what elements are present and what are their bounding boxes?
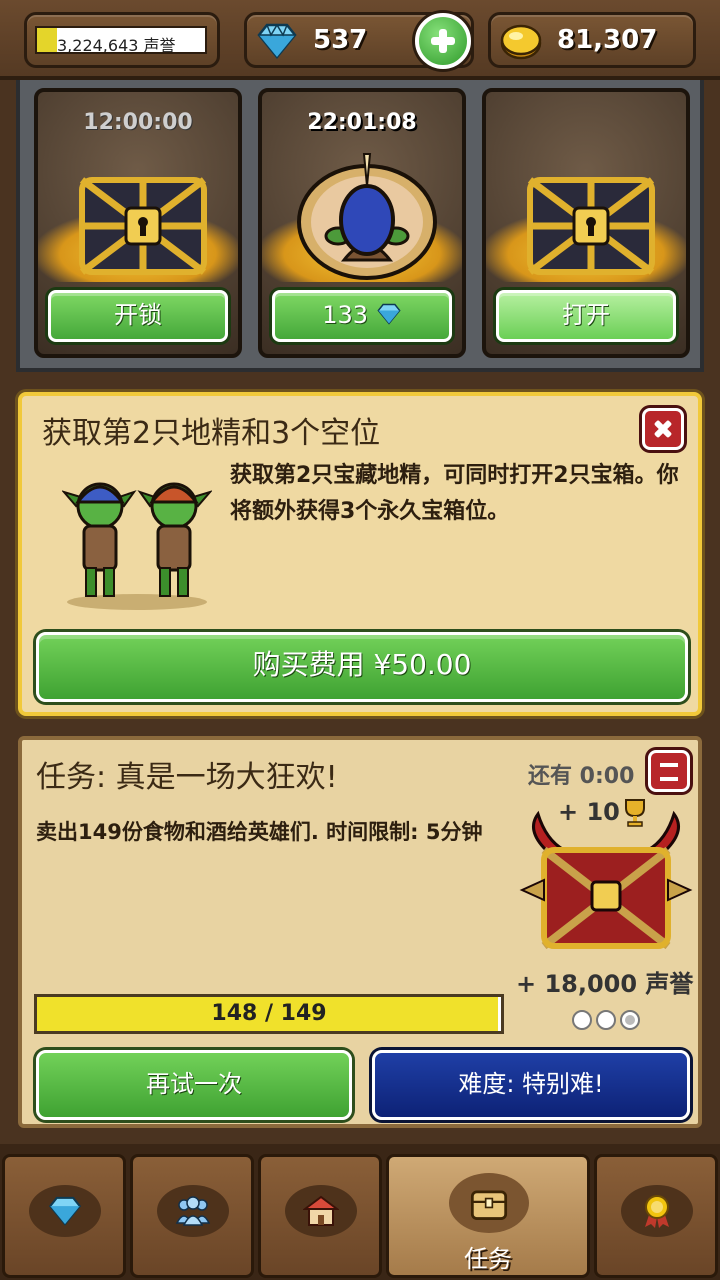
difficulty-stars — [572, 1010, 640, 1030]
quest-time-remaining: 还有 0:00 — [528, 764, 635, 789]
reputation-bar-fill — [37, 28, 58, 52]
heroes-icon — [175, 1196, 211, 1226]
chest-slot-1[interactable]: 12:00:00 开锁 — [34, 88, 242, 358]
locked-chest-icon — [79, 177, 207, 275]
quest-title: 任务: 真是一场大狂欢! — [36, 760, 338, 795]
buy-offer-button[interactable]: 购买费用 ¥50.00 — [36, 632, 688, 702]
quest-menu-button[interactable] — [648, 750, 690, 792]
goblins-illustration — [62, 482, 212, 610]
gold-value: 81,307 — [557, 25, 658, 55]
nav-tab-achievements[interactable] — [594, 1154, 718, 1278]
gold-coin-icon — [500, 24, 542, 60]
gem-icon — [377, 303, 401, 325]
goblin-offer-card: 获取第2只地精和3个空位 获取第2只宝藏地精，可同时打开2只宝箱。你将额外获得3… — [18, 392, 702, 716]
difficulty-button[interactable]: 难度: 特别难! — [372, 1050, 690, 1120]
chest-slots-panel: 12:00:00 开锁 22:01:08 133 打开 — [16, 80, 704, 372]
quest-description: 卖出149份食物和酒给英雄们. 时间限制: 5分钟 — [36, 820, 483, 844]
quest-progress-text: 148 / 149 — [211, 1001, 327, 1026]
nav-tab-quests[interactable]: 任务 — [386, 1154, 590, 1278]
ready-chest-icon — [527, 177, 655, 275]
offer-description: 获取第2只宝藏地精，可同时打开2只宝箱。你将额外获得3个永久宝箱位。 — [230, 463, 679, 524]
chest-timer: 22:01:08 — [307, 110, 417, 135]
retry-button[interactable]: 再试一次 — [36, 1050, 352, 1120]
chest-timer: 12:00:00 — [83, 110, 193, 135]
buy-gems-button[interactable] — [415, 13, 471, 69]
open-chest-button[interactable]: 打开 — [496, 290, 676, 342]
medal-icon — [645, 1195, 669, 1228]
nav-tab-heroes[interactable] — [130, 1154, 254, 1278]
reputation-value: 3,224,643 声誉 — [57, 36, 176, 54]
nav-tab-tavern[interactable] — [258, 1154, 382, 1278]
bottom-navigation: 任务 — [0, 1144, 720, 1280]
reward-chest-icon — [519, 810, 693, 950]
tavern-icon — [303, 1195, 339, 1226]
chest-slot-2[interactable]: 22:01:08 133 — [258, 88, 466, 358]
chest-icon — [470, 1190, 508, 1220]
reputation-counter[interactable]: 3,224,643 声誉 — [24, 12, 220, 68]
resource-bar: 3,224,643 声誉 537 81,307 — [0, 0, 720, 80]
gem-value: 537 — [313, 25, 368, 55]
gem-icon — [257, 23, 297, 59]
instant-open-button[interactable]: 133 — [272, 290, 452, 342]
quest-card: 任务: 真是一场大狂欢! 还有 0:00 卖出149份食物和酒给英雄们. 时间限… — [18, 736, 702, 1128]
offer-title: 获取第2只地精和3个空位 — [42, 416, 381, 451]
close-offer-button[interactable] — [642, 408, 684, 450]
goblin-unlocking-chest-icon — [297, 153, 437, 280]
gold-counter[interactable]: 81,307 — [488, 12, 696, 68]
unlock-button[interactable]: 开锁 — [48, 290, 228, 342]
chest-slot-3[interactable]: 打开 — [482, 88, 690, 358]
gem-counter[interactable]: 537 — [244, 12, 474, 69]
nav-tab-gems[interactable] — [2, 1154, 126, 1278]
nav-label-quests: 任务 — [464, 1245, 512, 1273]
gem-cost: 133 — [322, 301, 369, 329]
quest-progress-bar: 148 / 149 — [34, 994, 504, 1034]
reputation-bar: 3,224,643 声誉 — [35, 26, 207, 54]
reward-reputation: + 18,000 声誉 — [516, 970, 694, 998]
gem-icon — [48, 1196, 82, 1226]
